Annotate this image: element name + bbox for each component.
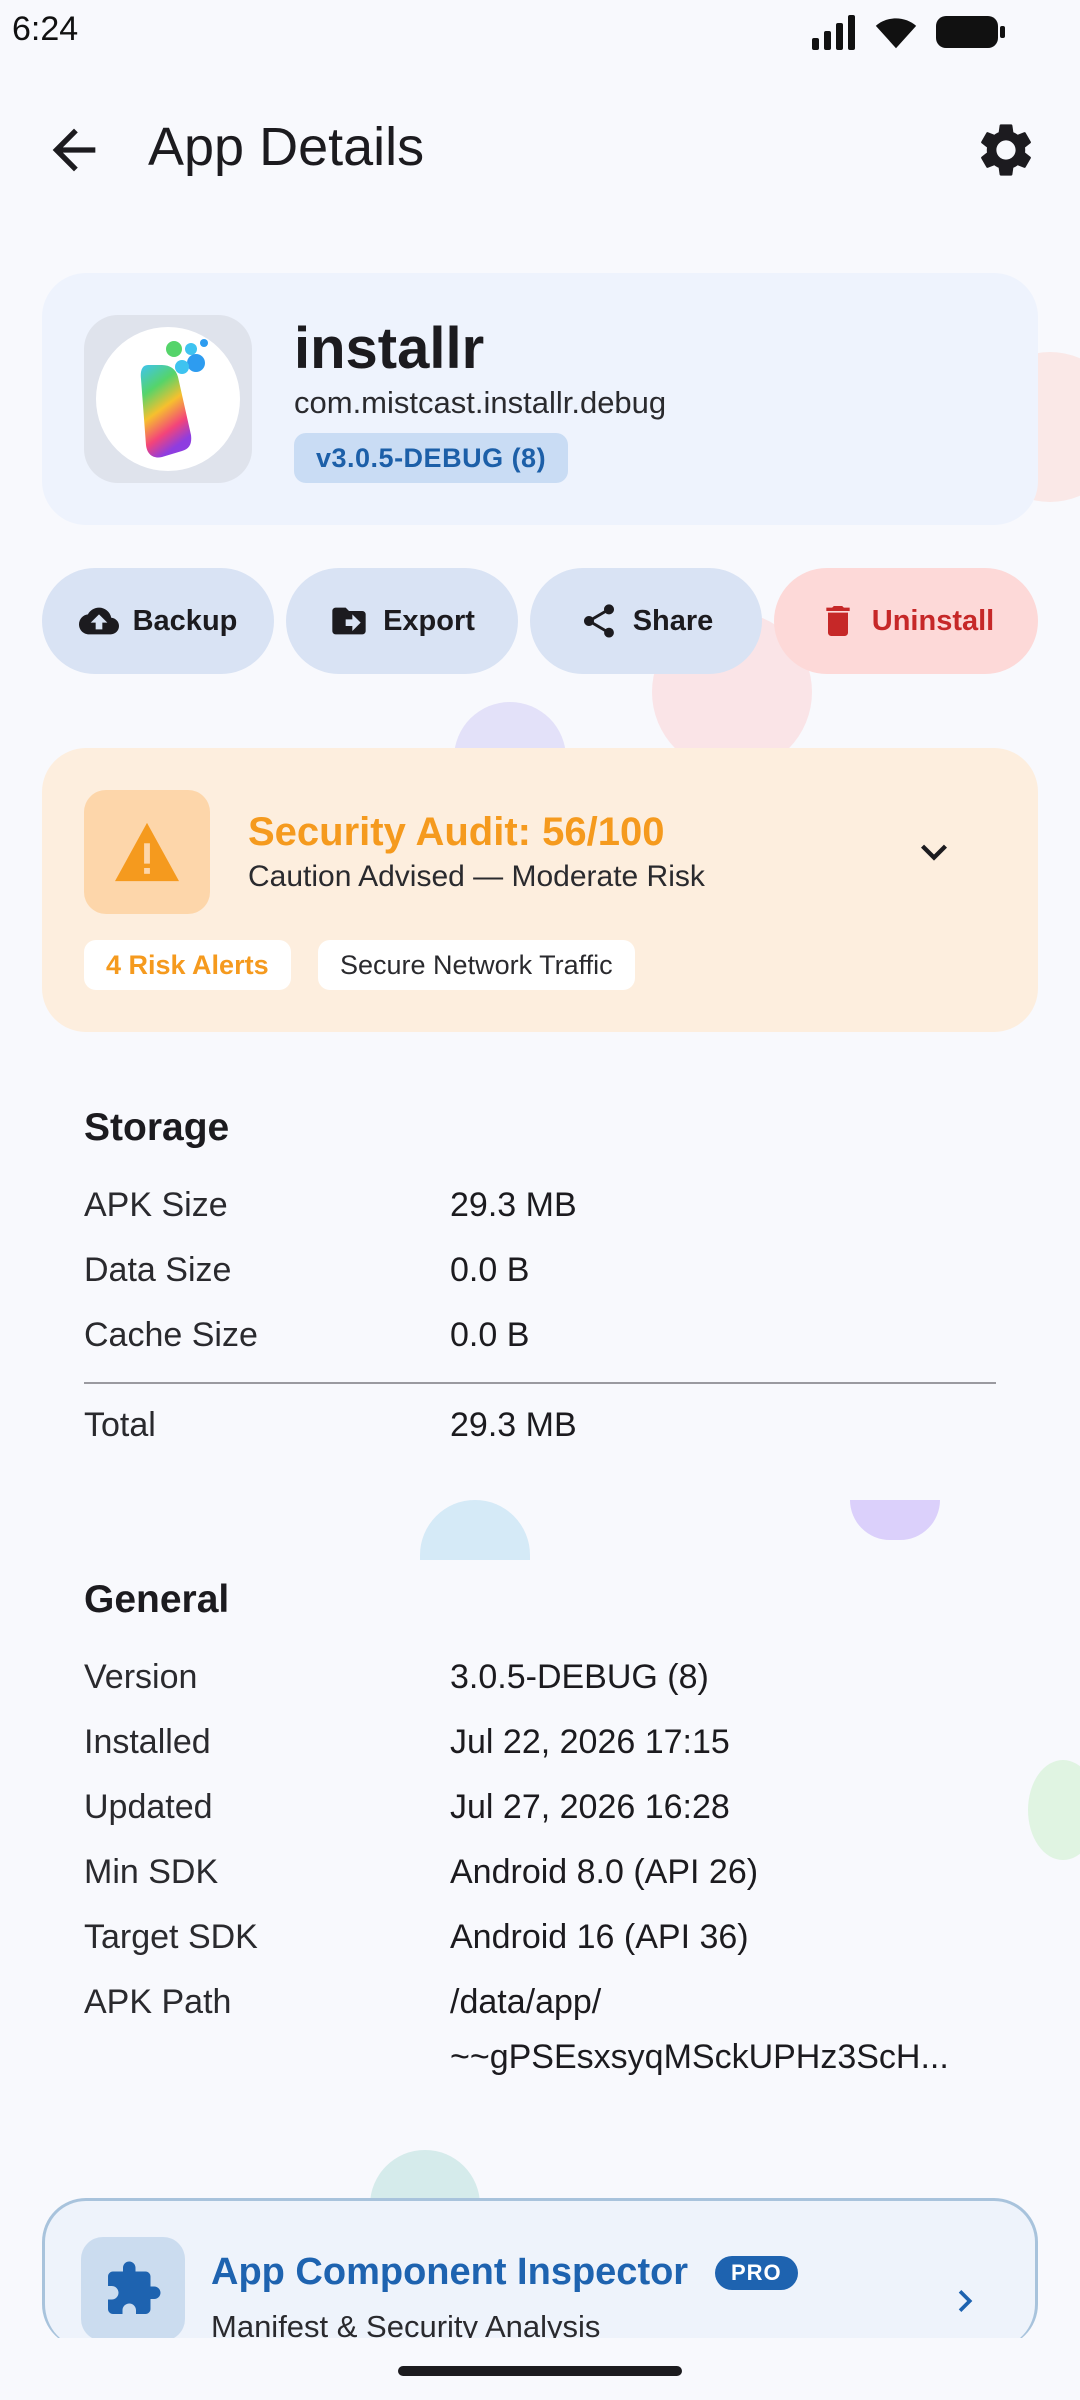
share-label: Share — [632, 604, 714, 637]
app-logo-icon — [96, 327, 240, 471]
uninstall-button[interactable]: Uninstall — [774, 568, 1038, 674]
row-label: Installed — [84, 1723, 211, 1761]
row-value: 0.0 B — [450, 1316, 530, 1354]
row-label: Data Size — [84, 1251, 232, 1289]
network-traffic-chip: Secure Network Traffic — [318, 940, 635, 990]
decor-bubble — [420, 1500, 530, 1560]
warning-icon — [115, 822, 179, 882]
general-title: General — [84, 1578, 230, 1621]
cloud-upload-icon — [78, 607, 119, 635]
app-icon — [84, 315, 252, 483]
security-risk-level: Caution Advised — Moderate Risk — [248, 860, 705, 893]
status-bar: 6:24 — [0, 0, 1080, 60]
risk-alerts-chip: 4 Risk Alerts — [84, 940, 291, 990]
row-value: /data/app/ — [450, 1983, 602, 2021]
row-label: APK Size — [84, 1186, 228, 1224]
status-icons — [812, 14, 1006, 50]
row-label: Target SDK — [84, 1918, 258, 1956]
chevron-right-icon — [958, 2290, 973, 2312]
security-score: Security Audit: 56/100 — [248, 810, 665, 854]
row-label: APK Path — [84, 1983, 232, 2021]
export-button[interactable]: Export — [286, 568, 518, 674]
wifi-icon — [875, 18, 917, 49]
pro-badge: PRO — [715, 2256, 798, 2290]
general-section: General Version 3.0.5-DEBUG (8) Installe… — [84, 1578, 996, 2078]
row-value: 0.0 B — [450, 1251, 530, 1289]
row-label: Version — [84, 1658, 198, 1696]
security-audit-card[interactable]: Security Audit: 56/100 Caution Advised —… — [42, 748, 1038, 1032]
decor-bubble — [1028, 1760, 1080, 1860]
backup-button[interactable]: Backup — [42, 568, 274, 674]
puzzle-icon — [81, 2237, 185, 2341]
app-header-card: installr com.mistcast.installr.debug v3.… — [42, 273, 1038, 525]
decor-bubble — [850, 1500, 940, 1540]
backup-label: Backup — [132, 604, 238, 637]
row-value: 3.0.5-DEBUG (8) — [450, 1658, 709, 1696]
app-component-inspector-card[interactable]: App Component Inspector PRO Manifest & S… — [42, 2198, 1038, 2348]
folder-export-icon — [332, 607, 366, 635]
share-icon — [583, 604, 614, 638]
uninstall-label: Uninstall — [871, 604, 995, 637]
row-value: Android 16 (API 36) — [450, 1918, 749, 1956]
row-value: Jul 27, 2026 16:28 — [450, 1788, 730, 1826]
storage-section: Storage APK Size 29.3 MB Data Size 0.0 B… — [84, 1106, 996, 1456]
arrow-back-icon[interactable] — [42, 118, 106, 182]
signal-icon — [812, 15, 855, 50]
battery-icon — [936, 16, 1005, 48]
gear-icon[interactable] — [974, 118, 1038, 182]
row-value: Jul 22, 2026 17:15 — [450, 1723, 730, 1761]
chevron-down-icon[interactable] — [908, 826, 960, 878]
export-label: Export — [383, 604, 475, 637]
row-label: Min SDK — [84, 1853, 219, 1891]
row-label: Cache Size — [84, 1316, 258, 1354]
storage-title: Storage — [84, 1106, 230, 1149]
storage-divider — [84, 1382, 996, 1384]
warning-icon-box — [84, 790, 210, 914]
row-value-continued: ~~gPSEsxsyqMSckUPHz3ScH... — [450, 2038, 949, 2076]
app-package-name: com.mistcast.installr.debug — [294, 385, 667, 420]
version-badge: v3.0.5-DEBUG (8) — [294, 433, 569, 483]
row-value: Android 8.0 (API 26) — [450, 1853, 759, 1891]
app-name: installr — [294, 316, 485, 381]
row-label: Total — [84, 1406, 156, 1444]
inspector-title: App Component Inspector — [211, 2251, 689, 2293]
trash-icon — [826, 606, 850, 636]
row-value: 29.3 MB — [450, 1406, 577, 1444]
action-buttons: Backup Export Share Uninstall — [42, 568, 1038, 674]
row-label: Updated — [84, 1788, 213, 1826]
row-value: 29.3 MB — [450, 1186, 577, 1224]
page-title: App Details — [148, 117, 425, 177]
status-time: 6:24 — [12, 10, 79, 48]
app-bar: App Details — [0, 90, 1080, 206]
share-button[interactable]: Share — [530, 568, 762, 674]
gesture-nav-handle[interactable] — [398, 2366, 682, 2376]
